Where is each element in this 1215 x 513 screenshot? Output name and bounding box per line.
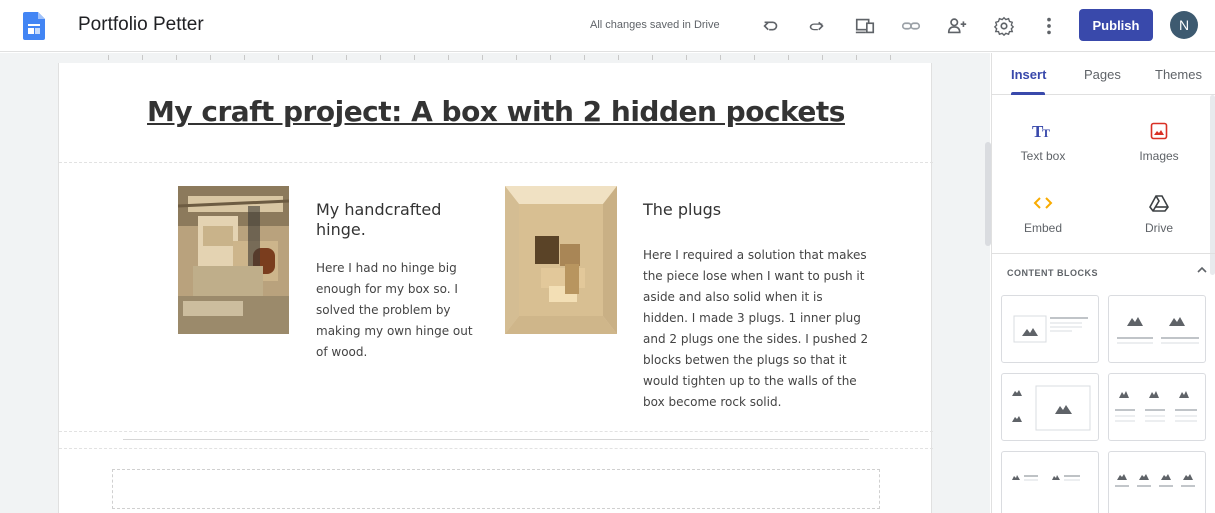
- content-block-four-images[interactable]: [1108, 451, 1206, 513]
- ruler-tick: [652, 55, 653, 60]
- top-bar: Portfolio Petter All changes saved in Dr…: [0, 0, 1215, 52]
- image-icon: [1114, 119, 1204, 143]
- insert-images[interactable]: Images: [1114, 119, 1204, 169]
- insert-drive[interactable]: Drive: [1114, 191, 1204, 241]
- undo-icon[interactable]: [758, 13, 784, 39]
- insert-text-box[interactable]: TT Text box: [998, 119, 1088, 169]
- redo-icon[interactable]: [803, 13, 829, 39]
- avatar[interactable]: N: [1170, 11, 1198, 39]
- share-icon[interactable]: [944, 13, 970, 39]
- ruler-tick: [788, 55, 789, 60]
- section-boundary: [59, 162, 933, 163]
- more-vert-icon[interactable]: [1036, 13, 1062, 39]
- insert-item-label: Embed: [1023, 221, 1063, 235]
- hinge-photo[interactable]: [178, 186, 289, 334]
- ruler-tick: [618, 55, 619, 60]
- site-page: My craft project: A box with 2 hidden po…: [58, 63, 933, 513]
- ruler-tick: [822, 55, 823, 60]
- insert-item-label: Text box: [1020, 149, 1066, 163]
- ruler-tick: [686, 55, 687, 60]
- content-block-image-grid[interactable]: [1001, 373, 1099, 441]
- ruler: [58, 53, 891, 61]
- insert-item-label: Drive: [1144, 221, 1173, 235]
- card-body[interactable]: Here I required a solution that makes th…: [643, 245, 871, 413]
- insert-item-label: Images: [1139, 149, 1179, 163]
- save-status: All changes saved in Drive: [590, 19, 720, 31]
- panel-tabs: Insert Pages Themes: [992, 53, 1215, 95]
- site-title[interactable]: Portfolio Petter: [78, 14, 204, 36]
- ruler-tick: [312, 55, 313, 60]
- ruler-tick: [720, 55, 721, 60]
- page-title[interactable]: My craft project: A box with 2 hidden po…: [59, 95, 933, 128]
- content-block-two-images[interactable]: [1108, 295, 1206, 363]
- divider[interactable]: [123, 439, 869, 440]
- ruler-tick: [482, 55, 483, 60]
- ruler-tick: [516, 55, 517, 60]
- content-blocks-divider: [992, 253, 1215, 254]
- ruler-tick: [414, 55, 415, 60]
- content-block-image-rows[interactable]: [1001, 451, 1099, 513]
- panel-scrollbar[interactable]: [1210, 95, 1215, 275]
- ruler-tick: [550, 55, 551, 60]
- sites-editor: Portfolio Petter All changes saved in Dr…: [0, 0, 1215, 513]
- ruler-tick: [142, 55, 143, 60]
- insert-embed[interactable]: Embed: [998, 191, 1088, 241]
- link-icon[interactable]: [898, 13, 924, 39]
- ruler-tick: [448, 55, 449, 60]
- text-box-icon: TT: [998, 119, 1088, 143]
- ruler-tick: [244, 55, 245, 60]
- section-boundary: [59, 431, 933, 432]
- ruler-tick: [278, 55, 279, 60]
- editor-canvas: My craft project: A box with 2 hidden po…: [0, 53, 991, 513]
- ruler-tick: [584, 55, 585, 60]
- ruler-tick: [890, 55, 891, 60]
- content-block-three-images[interactable]: [1108, 373, 1206, 441]
- ruler-tick: [754, 55, 755, 60]
- publish-button[interactable]: Publish: [1079, 9, 1153, 41]
- side-panel: Insert Pages Themes TT Text box Images E…: [991, 53, 1215, 513]
- settings-icon[interactable]: [991, 13, 1017, 39]
- tab-insert[interactable]: Insert: [1011, 67, 1046, 82]
- ruler-tick: [856, 55, 857, 60]
- ruler-tick: [210, 55, 211, 60]
- ruler-tick: [346, 55, 347, 60]
- active-tab-indicator: [1011, 92, 1045, 95]
- content-blocks-title: CONTENT BLOCKS: [1007, 268, 1098, 278]
- ruler-tick: [176, 55, 177, 60]
- empty-section-placeholder[interactable]: [112, 469, 880, 509]
- svg-text:T: T: [1042, 126, 1050, 139]
- ruler-tick: [380, 55, 381, 60]
- content-block-image-text[interactable]: [1001, 295, 1099, 363]
- tab-themes[interactable]: Themes: [1155, 67, 1202, 82]
- ruler-tick: [108, 55, 109, 60]
- card-heading[interactable]: The plugs: [643, 200, 863, 220]
- section-boundary: [59, 448, 933, 449]
- chevron-up-icon[interactable]: [1195, 263, 1209, 277]
- drive-icon: [1114, 191, 1204, 215]
- card-body[interactable]: Here I had no hinge big enough for my bo…: [316, 258, 486, 363]
- preview-icon[interactable]: [852, 13, 878, 39]
- embed-icon: [998, 191, 1088, 215]
- google-sites-logo-icon[interactable]: [23, 12, 45, 40]
- plugs-photo[interactable]: [505, 186, 617, 334]
- tab-pages[interactable]: Pages: [1084, 67, 1121, 82]
- card-heading[interactable]: My handcrafted hinge.: [316, 200, 476, 240]
